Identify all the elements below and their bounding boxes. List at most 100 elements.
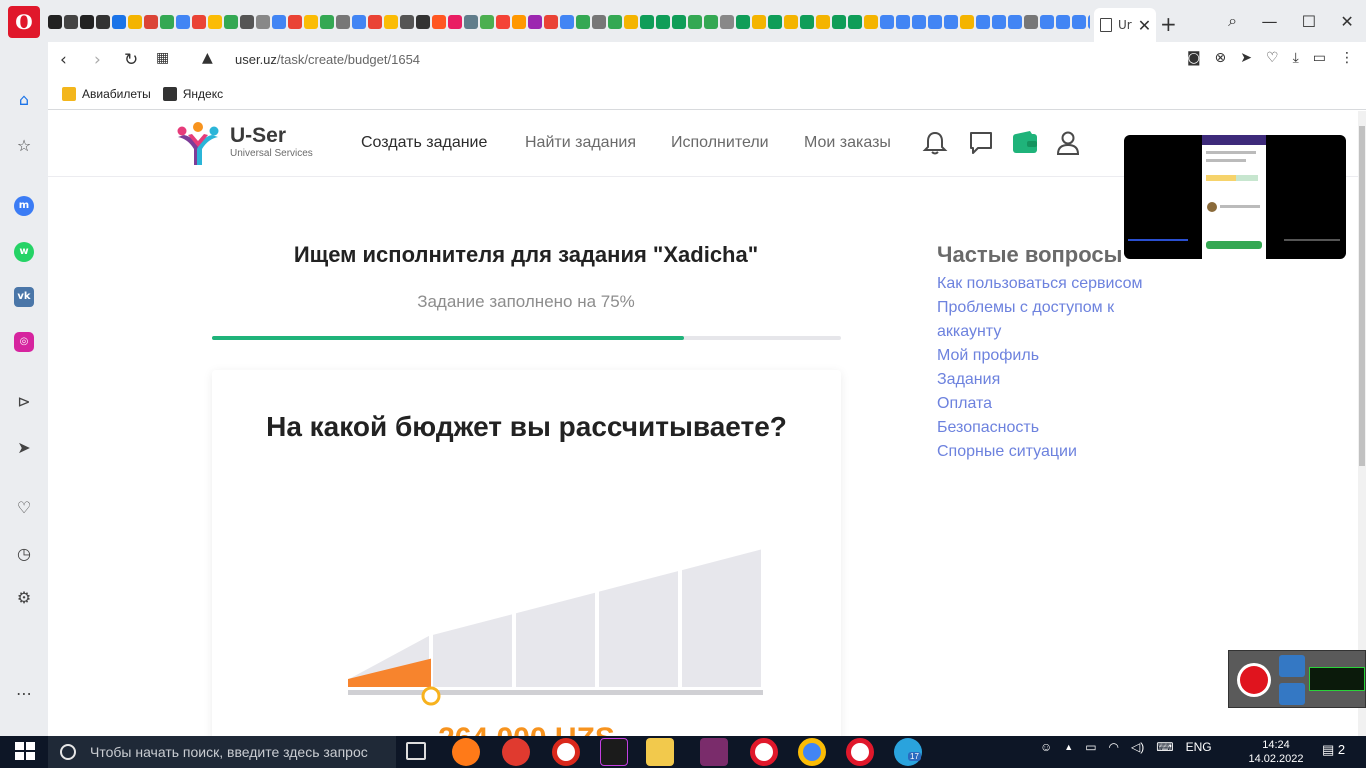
speed-dial-icon[interactable]: ▦	[156, 50, 169, 66]
nav-find-tasks[interactable]: Найти задания	[525, 134, 636, 152]
pinned-tab-icon[interactable]	[224, 15, 238, 29]
pinned-tab-icon[interactable]	[704, 15, 718, 29]
warning-icon[interactable]: ▲	[202, 50, 213, 66]
nav-create-task[interactable]: Создать задание	[361, 134, 487, 152]
wifi-icon[interactable]: ◠	[1109, 740, 1119, 754]
vk-icon[interactable]: vk	[14, 287, 34, 307]
battery-icon[interactable]: ▭	[1313, 50, 1326, 66]
pinned-tab-icon[interactable]	[592, 15, 606, 29]
faq-link[interactable]: Безопасность	[937, 416, 1177, 440]
bell-icon[interactable]	[922, 130, 948, 156]
pinned-tab-icon[interactable]	[816, 15, 830, 29]
more-icon[interactable]: ⋯	[14, 684, 34, 704]
heart-icon[interactable]: ♡	[14, 498, 34, 518]
back-button[interactable]: ‹	[60, 50, 67, 70]
camera-icon[interactable]: ◙	[1187, 50, 1201, 66]
pinned-tab-icon[interactable]	[96, 15, 110, 29]
faq-link[interactable]: Задания	[937, 368, 1177, 392]
pinned-tab-icon[interactable]	[576, 15, 590, 29]
task-view-icon[interactable]	[406, 742, 426, 760]
telegram-icon[interactable]: 17	[894, 738, 922, 766]
budget-step[interactable]	[516, 592, 595, 687]
pinned-tab-icon[interactable]	[48, 15, 62, 29]
budget-step[interactable]	[433, 614, 512, 687]
battery-icon[interactable]: ▭	[1085, 740, 1096, 754]
url-field[interactable]: user.uz/task/create/budget/1654	[235, 52, 420, 67]
budget-step[interactable]	[599, 571, 678, 687]
history-icon[interactable]: ◷	[14, 544, 34, 564]
pinned-tab-icon[interactable]	[384, 15, 398, 29]
opera-icon[interactable]	[846, 738, 874, 766]
pinned-tab-icon[interactable]	[432, 15, 446, 29]
pinned-tab-icon[interactable]	[368, 15, 382, 29]
pinned-tab-icon[interactable]	[176, 15, 190, 29]
menu-icon[interactable]: ⋮	[1340, 50, 1354, 66]
download-icon[interactable]: ⤓	[1293, 50, 1299, 66]
pinned-tab-icon[interactable]	[688, 15, 702, 29]
search-tabs-icon[interactable]: ⌕	[1228, 11, 1237, 31]
maximize-button[interactable]: ☐	[1302, 12, 1316, 31]
wallet-icon[interactable]	[1012, 130, 1038, 156]
close-icon[interactable]: ✕	[1138, 16, 1151, 35]
pinned-tab-icon[interactable]	[656, 15, 670, 29]
pinned-tab-icon[interactable]	[1088, 15, 1090, 29]
winrar-icon[interactable]	[700, 738, 728, 766]
pinned-tab-icon[interactable]	[1072, 15, 1086, 29]
user-icon[interactable]	[1055, 130, 1081, 156]
pinned-tab-icon[interactable]	[464, 15, 478, 29]
people-icon[interactable]: ☺	[1040, 740, 1052, 754]
pinned-tab-icon[interactable]	[192, 15, 206, 29]
faq-link[interactable]: Мой профиль	[937, 344, 1177, 368]
new-tab-button[interactable]: +	[1160, 12, 1177, 36]
nav-my-orders[interactable]: Мои заказы	[804, 134, 891, 152]
faq-link[interactable]: Проблемы с доступом к аккаунту	[937, 296, 1177, 344]
settings-icon[interactable]: ⚙	[14, 588, 34, 608]
chevron-up-icon[interactable]: ▲	[1064, 742, 1073, 752]
nav-performers[interactable]: Исполнители	[671, 134, 769, 152]
pinned-tab-icon[interactable]	[768, 15, 782, 29]
pinned-tab-icon[interactable]	[64, 15, 78, 29]
player-icon[interactable]: ⊳	[14, 392, 34, 412]
pinned-tab-icon[interactable]	[976, 15, 990, 29]
pinned-tab-icon[interactable]	[640, 15, 654, 29]
active-tab[interactable]: Ur ✕	[1094, 8, 1156, 42]
pinned-tab-icon[interactable]	[784, 15, 798, 29]
volume-icon[interactable]: ◁)	[1131, 740, 1144, 754]
pinned-tab-icon[interactable]	[288, 15, 302, 29]
close-window-button[interactable]: ✕	[1340, 12, 1353, 31]
phpstorm-icon[interactable]	[600, 738, 628, 766]
send-icon[interactable]: ➤	[14, 438, 34, 458]
windows-start-icon[interactable]	[14, 740, 36, 762]
pinned-tab-icon[interactable]	[736, 15, 750, 29]
pinned-tab-icon[interactable]	[608, 15, 622, 29]
pinned-tab-icon[interactable]	[272, 15, 286, 29]
adblock-icon[interactable]: ⊗	[1215, 50, 1227, 66]
pinned-tab-icon[interactable]	[752, 15, 766, 29]
pinned-tab-icon[interactable]	[944, 15, 958, 29]
pinned-tab-icon[interactable]	[720, 15, 734, 29]
clock[interactable]: 14:24 14.02.2022	[1246, 738, 1306, 766]
pinned-tab-icon[interactable]	[320, 15, 334, 29]
opera-menu-button[interactable]: O	[8, 6, 40, 38]
pinned-tab-icon[interactable]	[912, 15, 926, 29]
chrome-icon[interactable]	[798, 738, 826, 766]
pinned-tab-icon[interactable]	[480, 15, 494, 29]
brand-name[interactable]: U-Ser	[230, 124, 286, 148]
faq-link[interactable]: Как пользоваться сервисом	[937, 272, 1177, 296]
record-button[interactable]	[1237, 663, 1271, 697]
home-icon[interactable]: ⌂	[14, 90, 34, 110]
pinned-tab-icon[interactable]	[624, 15, 638, 29]
pinned-tab-icon[interactable]	[496, 15, 510, 29]
bookmark-yandex[interactable]: Яндекс	[162, 86, 223, 101]
pinned-tab-icon[interactable]	[560, 15, 574, 29]
pinned-tab-icon[interactable]	[800, 15, 814, 29]
pinned-tab-icon[interactable]	[960, 15, 974, 29]
slider-track[interactable]	[348, 690, 763, 695]
scrollbar-thumb[interactable]	[1359, 126, 1365, 466]
notifications-button[interactable]: ▤ 2	[1322, 742, 1345, 758]
keyboard-icon[interactable]: ⌨	[1156, 740, 1173, 754]
pinned-tab-icon[interactable]	[416, 15, 430, 29]
pinned-tab-icon[interactable]	[144, 15, 158, 29]
minimize-button[interactable]: —	[1261, 12, 1277, 31]
pinned-tab-icon[interactable]	[448, 15, 462, 29]
